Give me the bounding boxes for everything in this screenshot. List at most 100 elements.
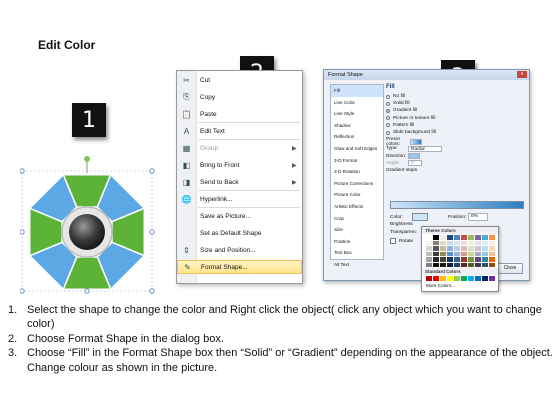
menu-item-save-as-picture[interactable]: Save as Picture...	[177, 209, 302, 223]
nav-item[interactable]: Line Color	[331, 97, 383, 109]
octagon-diagram[interactable]	[20, 155, 155, 295]
resize-handle[interactable]	[149, 229, 155, 235]
color-swatch[interactable]	[475, 257, 481, 262]
color-swatch[interactable]	[440, 251, 446, 256]
menu-item-hyperlink[interactable]: 🌐 Hyperlink...	[177, 192, 302, 206]
color-swatch[interactable]	[468, 251, 474, 256]
menu-item-edit-text[interactable]: A Edit Text	[177, 124, 302, 138]
radio-button[interactable]	[386, 130, 390, 135]
color-swatch[interactable]	[454, 246, 460, 251]
color-swatch[interactable]	[489, 262, 495, 267]
color-swatch[interactable]	[426, 251, 432, 256]
color-swatch[interactable]	[433, 276, 439, 281]
color-swatch[interactable]	[447, 246, 453, 251]
color-swatch[interactable]	[454, 240, 460, 245]
color-picker-button[interactable]	[412, 213, 428, 221]
color-swatch[interactable]	[433, 246, 439, 251]
menu-item-send-to-back[interactable]: ◨ Send to Back ▶	[177, 175, 302, 189]
close-icon[interactable]: x	[517, 71, 527, 78]
color-swatch[interactable]	[454, 262, 460, 267]
color-swatch[interactable]	[447, 262, 453, 267]
color-swatch[interactable]	[482, 262, 488, 267]
radio-button[interactable]	[386, 108, 390, 113]
resize-handle[interactable]	[149, 288, 155, 294]
position-field[interactable]: 0%	[468, 213, 488, 221]
nav-item[interactable]: Glow and Soft Edges	[331, 143, 383, 155]
color-swatch[interactable]	[482, 246, 488, 251]
nav-item[interactable]: Position	[331, 236, 383, 248]
color-swatch[interactable]	[468, 276, 474, 281]
menu-item-cut[interactable]: ✂ Cut	[177, 73, 302, 87]
color-swatch[interactable]	[426, 257, 432, 262]
fill-option[interactable]: Pattern fill	[386, 122, 524, 129]
nav-item[interactable]: 3-D Rotation	[331, 166, 383, 178]
color-swatch[interactable]	[433, 257, 439, 262]
more-colors-link[interactable]: More Colors...	[422, 283, 498, 288]
menu-item-set-as-default-shape[interactable]: Set as Default Shape	[177, 226, 302, 240]
color-swatch[interactable]	[482, 240, 488, 245]
menu-item-size-and-position[interactable]: ⇕ Size and Position...	[177, 243, 302, 257]
menu-item-copy[interactable]: ⎘ Copy	[177, 90, 302, 104]
radio-button[interactable]	[386, 123, 390, 128]
color-swatch[interactable]	[426, 240, 432, 245]
gradient-stops-bar[interactable]	[390, 201, 524, 209]
menu-item-format-shape[interactable]: ✎ Format Shape...	[177, 260, 302, 274]
color-swatch[interactable]	[454, 235, 460, 240]
nav-item[interactable]: Crop	[331, 213, 383, 225]
color-swatch[interactable]	[447, 257, 453, 262]
color-swatch[interactable]	[433, 251, 439, 256]
nav-item[interactable]: Shadow	[331, 120, 383, 132]
color-swatch[interactable]	[440, 276, 446, 281]
color-swatch[interactable]	[489, 276, 495, 281]
fill-option[interactable]: Solid fill	[386, 100, 524, 107]
resize-handle[interactable]	[20, 288, 25, 294]
color-swatch[interactable]	[475, 262, 481, 267]
angle-field[interactable]: 0°	[408, 160, 422, 167]
color-swatch[interactable]	[482, 257, 488, 262]
color-swatch[interactable]	[489, 240, 495, 245]
color-swatch[interactable]	[468, 257, 474, 262]
nav-item[interactable]: Size	[331, 224, 383, 236]
color-swatch[interactable]	[447, 276, 453, 281]
fill-option[interactable]: Gradient fill	[386, 107, 524, 114]
color-swatch[interactable]	[447, 251, 453, 256]
close-button[interactable]: Close	[497, 263, 523, 274]
color-swatch[interactable]	[489, 257, 495, 262]
color-swatch[interactable]	[426, 246, 432, 251]
color-swatch[interactable]	[461, 246, 467, 251]
color-swatch[interactable]	[426, 235, 432, 240]
color-swatch[interactable]	[461, 251, 467, 256]
color-swatch[interactable]	[461, 276, 467, 281]
color-swatch[interactable]	[461, 235, 467, 240]
radio-button[interactable]	[386, 101, 390, 106]
color-swatch[interactable]	[447, 235, 453, 240]
radio-button[interactable]	[386, 94, 390, 99]
fill-option[interactable]: Slide background fill	[386, 129, 524, 136]
color-swatch[interactable]	[433, 240, 439, 245]
radio-button[interactable]	[386, 116, 390, 121]
color-swatch[interactable]	[454, 257, 460, 262]
color-swatch[interactable]	[482, 251, 488, 256]
resize-handle[interactable]	[149, 168, 155, 174]
color-swatch[interactable]	[489, 251, 495, 256]
nav-item[interactable]: Alt Text	[331, 259, 383, 271]
color-swatch[interactable]	[454, 251, 460, 256]
color-swatch[interactable]	[447, 240, 453, 245]
nav-item[interactable]: Line Style	[331, 108, 383, 120]
nav-item[interactable]: Picture Color	[331, 189, 383, 201]
color-swatch[interactable]	[468, 235, 474, 240]
color-swatch[interactable]	[461, 257, 467, 262]
color-swatch[interactable]	[440, 246, 446, 251]
fill-option[interactable]: Picture or texture fill	[386, 115, 524, 122]
direction-button[interactable]	[408, 153, 420, 160]
resize-handle[interactable]	[84, 288, 90, 294]
color-swatch[interactable]	[454, 276, 460, 281]
rotation-handle[interactable]	[84, 156, 90, 162]
color-swatch[interactable]	[440, 262, 446, 267]
color-swatch[interactable]	[426, 276, 432, 281]
color-swatch[interactable]	[489, 246, 495, 251]
color-swatch[interactable]	[461, 240, 467, 245]
color-swatch[interactable]	[433, 235, 439, 240]
color-swatch[interactable]	[475, 235, 481, 240]
color-swatch[interactable]	[475, 246, 481, 251]
